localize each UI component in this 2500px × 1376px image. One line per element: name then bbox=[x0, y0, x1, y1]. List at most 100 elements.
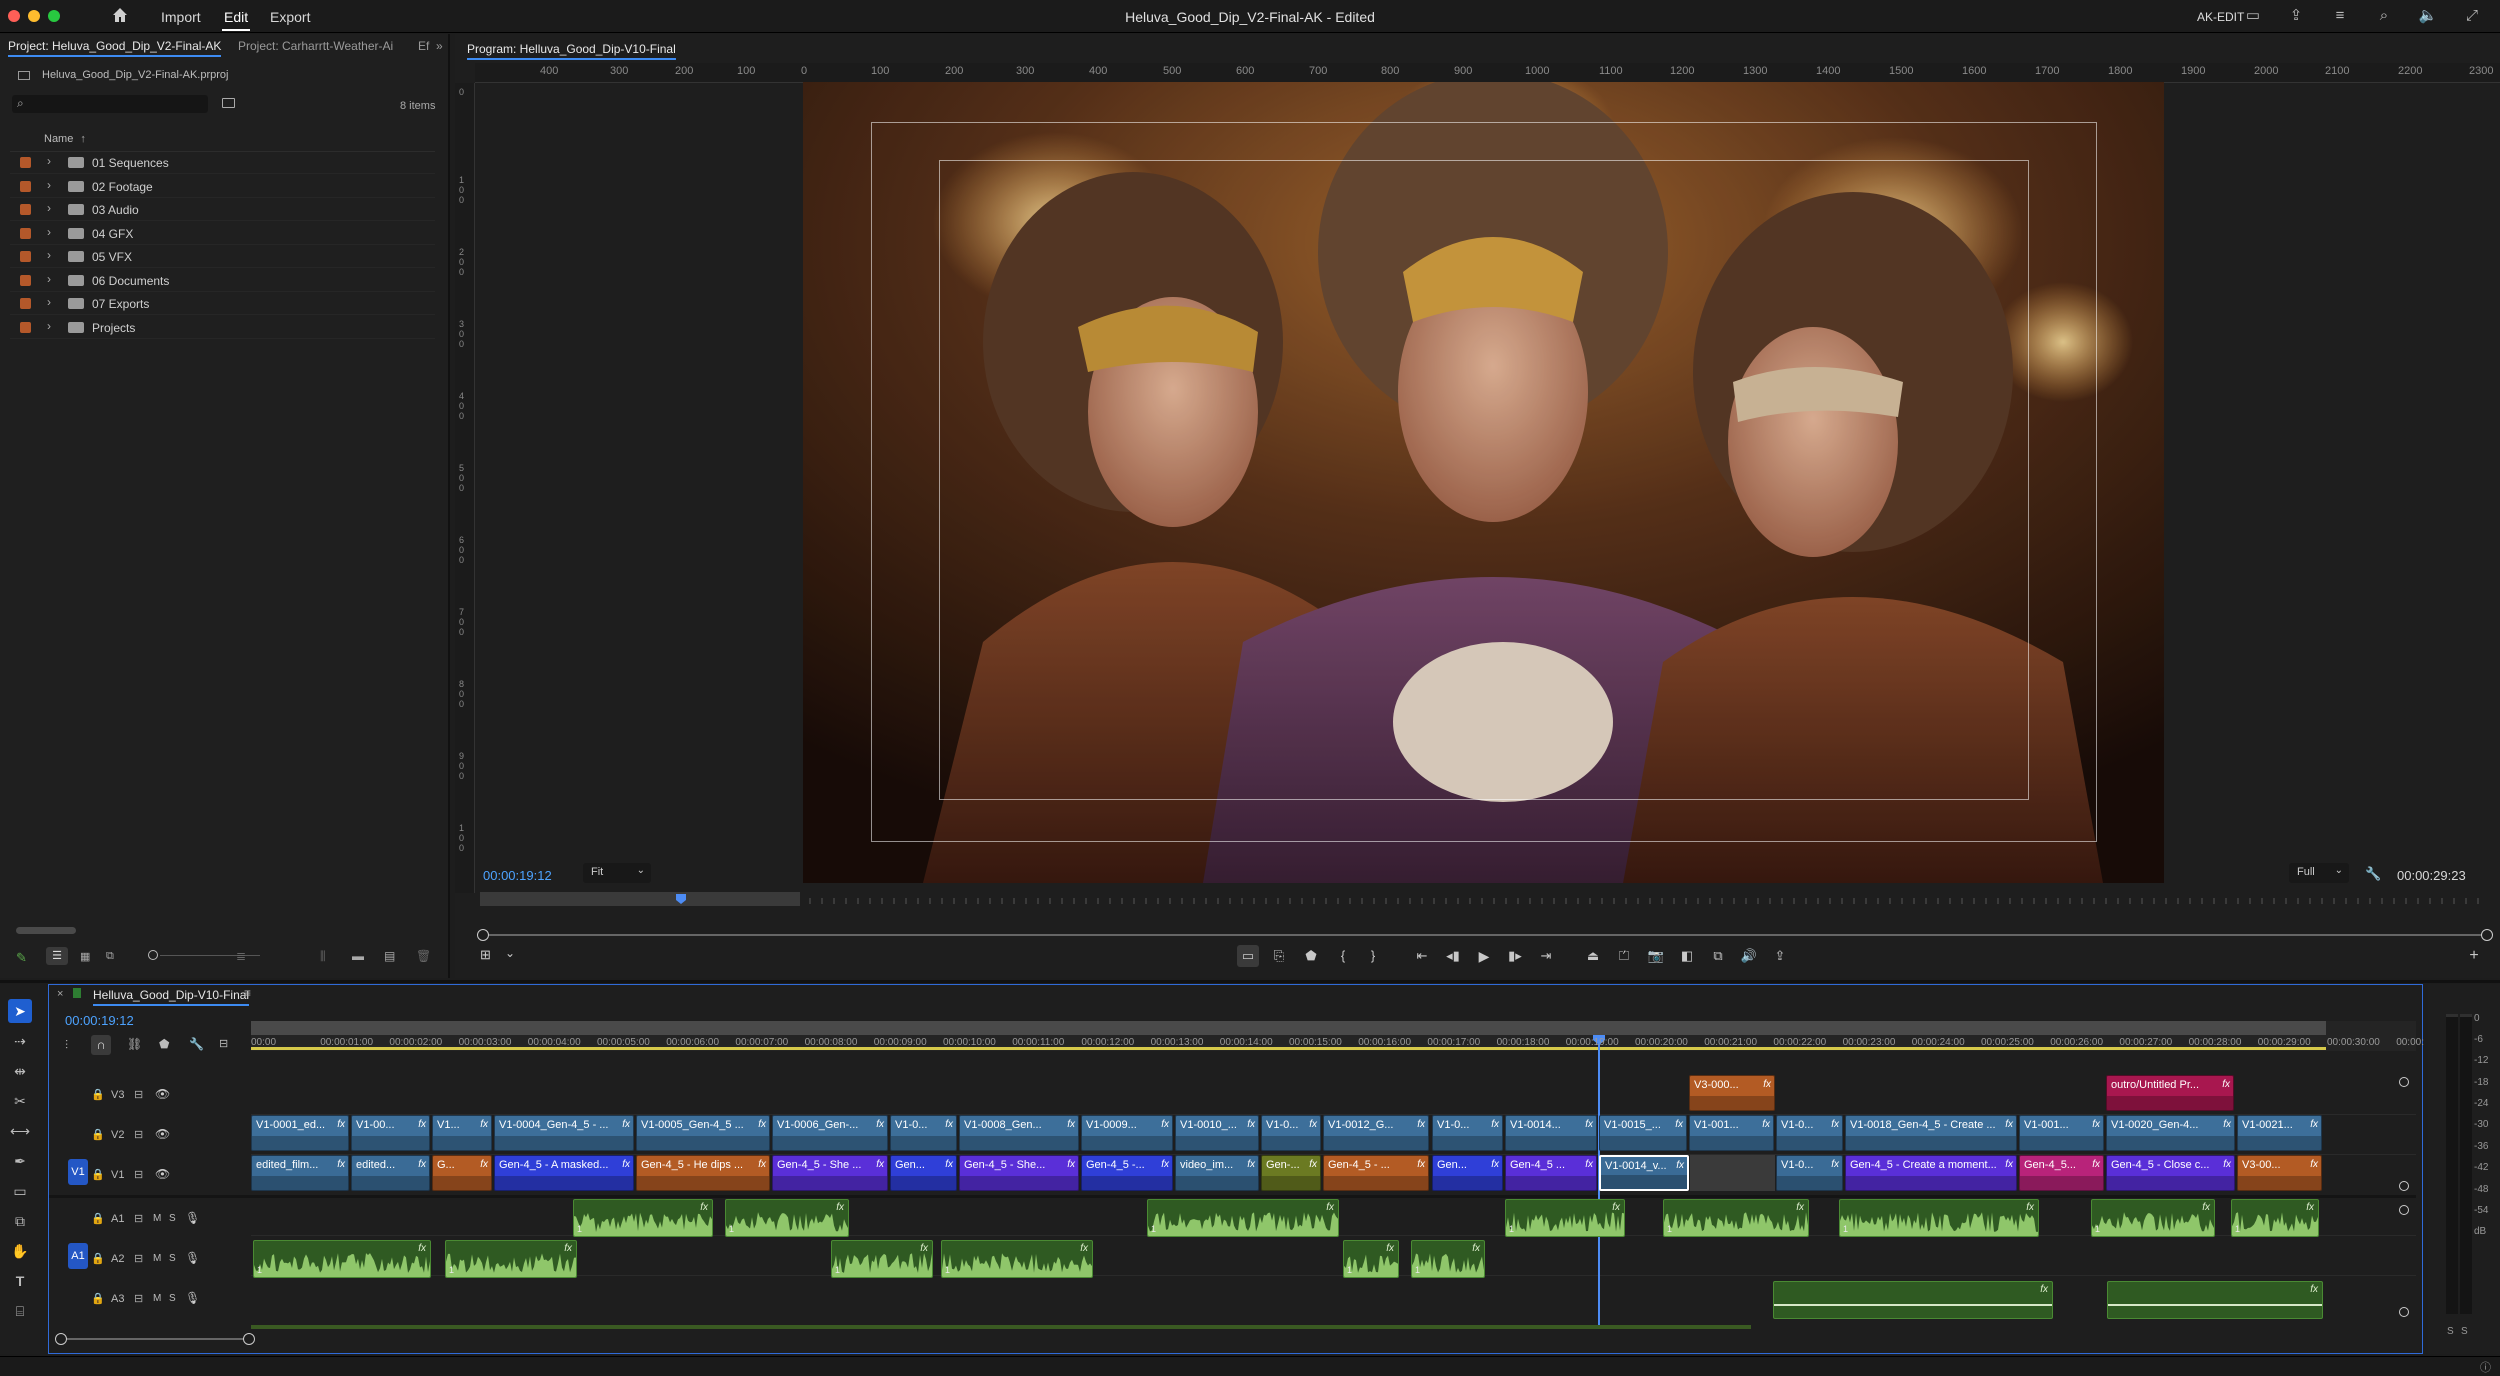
chevron-right-icon[interactable]: › bbox=[47, 248, 51, 262]
search-icon[interactable]: ⌕ bbox=[2374, 6, 2394, 26]
eye-icon[interactable]: 👁 bbox=[155, 1167, 170, 1181]
audio-clip[interactable]: fx 1 bbox=[941, 1240, 1093, 1278]
microphone-icon[interactable]: 🎙 bbox=[185, 1211, 200, 1225]
label-color-swatch[interactable] bbox=[20, 251, 31, 262]
audio-clip[interactable]: fx 1 bbox=[253, 1240, 431, 1278]
src-patch-a1[interactable]: A1 bbox=[68, 1243, 88, 1269]
v2-clip[interactable]: V1-0008_Gen... fx bbox=[959, 1115, 1079, 1151]
sync-lock-icon[interactable]: ⊟ bbox=[134, 1292, 143, 1305]
solo-button[interactable]: S bbox=[169, 1253, 176, 1264]
sync-lock-icon[interactable]: ⊟ bbox=[134, 1252, 143, 1265]
pen-tool-icon[interactable]: ✒ bbox=[8, 1149, 32, 1173]
v2-clip[interactable]: V1-0006_Gen-... fx bbox=[772, 1115, 888, 1151]
chevron-right-icon[interactable]: › bbox=[47, 272, 51, 286]
step-back-icon[interactable]: ◂▮ bbox=[1442, 945, 1464, 967]
v2-clip[interactable]: V1-001... fx bbox=[2019, 1115, 2104, 1151]
audio-clip[interactable]: fx 1 bbox=[1343, 1240, 1399, 1278]
v1-empty-gap[interactable] bbox=[1690, 1155, 1775, 1191]
label-color-swatch[interactable] bbox=[20, 298, 31, 309]
linked-selection-icon[interactable]: ⛓ bbox=[127, 1037, 142, 1051]
monitor-mini-timeline[interactable] bbox=[480, 892, 2492, 906]
razor-tool-icon[interactable]: ✂ bbox=[8, 1089, 32, 1113]
workspace-user[interactable]: AK-EDIT bbox=[2197, 10, 2244, 24]
v2-clip[interactable]: V1-0021... fx bbox=[2237, 1115, 2322, 1151]
mute-button[interactable]: M bbox=[153, 1293, 161, 1304]
solo-button[interactable]: S bbox=[169, 1213, 176, 1224]
fullscreen-icon[interactable]: ⤢ bbox=[2462, 6, 2482, 26]
more-tabs-icon[interactable]: » bbox=[436, 39, 443, 53]
solo-button[interactable]: S bbox=[169, 1293, 176, 1304]
audio-clip-music[interactable]: fx bbox=[2107, 1281, 2323, 1319]
multi-camera-icon[interactable]: ⧉ bbox=[1707, 945, 1729, 967]
v2-clip[interactable]: V1-0... fx bbox=[1776, 1115, 1843, 1151]
lift-icon[interactable]: ⏏ bbox=[1582, 945, 1604, 967]
chevron-right-icon[interactable]: › bbox=[47, 295, 51, 309]
timeline-playhead-timecode[interactable]: 00:00:19:12 bbox=[65, 1013, 134, 1028]
v1-clip[interactable]: Gen-4_5 - ... fx bbox=[1323, 1155, 1429, 1191]
search-input[interactable]: ⌕ bbox=[12, 95, 208, 113]
slip-tool-icon[interactable]: ⟷ bbox=[8, 1119, 32, 1143]
audio-clip[interactable]: fx 1 bbox=[1505, 1199, 1625, 1237]
icon-view-icon[interactable]: ▦ bbox=[80, 950, 90, 963]
v1-clip[interactable]: Gen-4_5 - A masked... fx bbox=[494, 1155, 634, 1191]
chevron-right-icon[interactable]: › bbox=[47, 154, 51, 168]
audio-vscroll-bottom[interactable] bbox=[2399, 1307, 2409, 1317]
export-frame-icon[interactable]: 📷 bbox=[1645, 945, 1667, 967]
mute-button[interactable]: M bbox=[153, 1253, 161, 1264]
meter-solo-left[interactable]: S bbox=[2447, 1326, 2454, 1337]
v2-clip[interactable]: V1-0014... fx bbox=[1505, 1115, 1597, 1151]
settings-wrench-icon[interactable]: 🔧 bbox=[2365, 866, 2381, 882]
extract-icon[interactable]: ⏍ bbox=[1613, 945, 1635, 967]
export-frame-icon-left[interactable]: ⎘ bbox=[1268, 945, 1290, 967]
timeline-zoom-scrollbar[interactable] bbox=[55, 1333, 255, 1345]
bin-row[interactable]: › 07 Exports bbox=[10, 293, 435, 315]
bin-row[interactable]: › Projects bbox=[10, 317, 435, 339]
snap-icon[interactable]: ∩ bbox=[91, 1035, 111, 1055]
list-icon[interactable]: ≡ bbox=[2330, 6, 2350, 26]
type-tool-icon[interactable]: T bbox=[8, 1269, 32, 1293]
v2-clip[interactable]: V1-001... fx bbox=[1689, 1115, 1774, 1151]
new-item-icon[interactable]: ▤ bbox=[384, 949, 395, 963]
rectangle-tool-icon[interactable]: ▭ bbox=[8, 1179, 32, 1203]
label-color-swatch[interactable] bbox=[20, 227, 31, 239]
v3-clip[interactable]: outro/Untitled Pr... fx bbox=[2106, 1075, 2234, 1111]
go-to-in-icon[interactable]: ⇤ bbox=[1411, 945, 1433, 967]
v2-clip[interactable]: V1-0005_Gen-4_5 ... fx bbox=[636, 1115, 770, 1151]
tab-project-carharrtt[interactable]: Project: Carharrtt-Weather-Ai bbox=[238, 39, 393, 53]
v1-clip[interactable]: V1-0... fx bbox=[1776, 1155, 1843, 1191]
audio-clip[interactable]: fx 1 bbox=[1839, 1199, 2039, 1237]
v2-clip[interactable]: V1-0020_Gen-4... fx bbox=[2106, 1115, 2235, 1151]
audio-icon[interactable]: 🔊 bbox=[1738, 945, 1760, 967]
nest-toggle-icon[interactable]: ⫶ bbox=[65, 1038, 68, 1053]
v1-clip[interactable]: Gen-4_5 - She ... fx bbox=[772, 1155, 888, 1191]
remix-tool-icon[interactable]: ⧉ bbox=[8, 1209, 32, 1233]
bin-row[interactable]: › 05 VFX bbox=[10, 246, 435, 268]
safe-margins-button[interactable]: ▭ bbox=[1237, 945, 1259, 967]
program-current-timecode[interactable]: 00:00:19:12 bbox=[483, 868, 552, 883]
chevron-right-icon[interactable]: › bbox=[47, 178, 51, 192]
microphone-icon[interactable]: 🎙 bbox=[185, 1251, 200, 1265]
caption-tool-icon[interactable]: ⌸ bbox=[8, 1299, 32, 1323]
v1-clip[interactable]: Gen-4_5 - She... fx bbox=[959, 1155, 1079, 1191]
audio-vscroll-top[interactable] bbox=[2399, 1205, 2409, 1215]
play-button[interactable]: ▶ bbox=[1473, 945, 1495, 967]
tab-effects[interactable]: Ef bbox=[418, 39, 429, 53]
v2-clip[interactable]: V1-0018_Gen-4_5 - Create ... fx bbox=[1845, 1115, 2017, 1151]
sync-lock-icon[interactable]: ⊟ bbox=[134, 1088, 143, 1101]
clear-trash-icon[interactable]: 🗑 bbox=[416, 949, 431, 963]
comparison-view-icon[interactable]: ◧ bbox=[1676, 945, 1698, 967]
tab-project-heluva[interactable]: Project: Heluva_Good_Dip_V2-Final-AK bbox=[8, 39, 222, 57]
lock-icon[interactable]: 🔒 bbox=[91, 1168, 105, 1181]
info-icon[interactable]: ⓘ bbox=[2480, 1359, 2491, 1375]
bin-row[interactable]: › 03 Audio bbox=[10, 199, 435, 221]
v1-clip[interactable]: Gen... fx bbox=[890, 1155, 957, 1191]
v1-clip[interactable]: Gen-4_5... fx bbox=[2019, 1155, 2104, 1191]
mark-out-icon[interactable]: } bbox=[1362, 945, 1384, 967]
scroll-handle-right[interactable] bbox=[243, 1333, 255, 1345]
sync-lock-icon[interactable]: ⊟ bbox=[134, 1212, 143, 1225]
step-forward-icon[interactable]: ▮▸ bbox=[1504, 945, 1526, 967]
video-vscroll-bottom[interactable] bbox=[2399, 1181, 2409, 1191]
chevron-right-icon[interactable]: › bbox=[47, 225, 51, 239]
v2-clip[interactable]: V1-0... fx bbox=[890, 1115, 957, 1151]
new-bin-icon[interactable]: ▬ bbox=[352, 949, 364, 963]
